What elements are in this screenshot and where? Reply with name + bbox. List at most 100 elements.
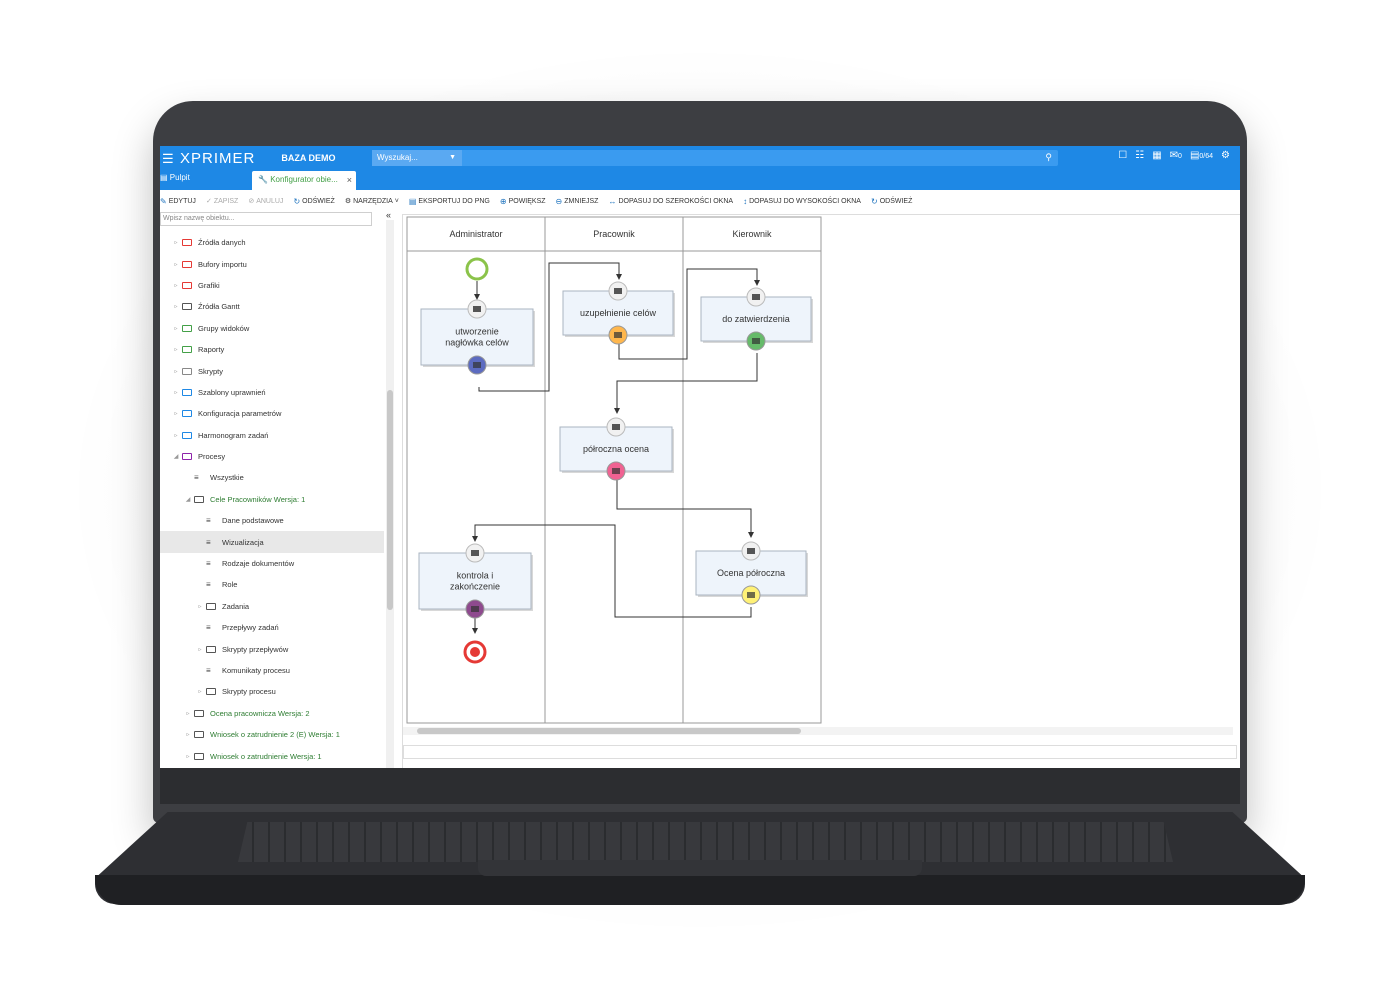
printer-icon-body xyxy=(747,592,755,598)
export-png-button[interactable]: ▤ EKSPORTUJ DO PNG xyxy=(409,197,490,206)
caret-right-icon[interactable]: ▹ xyxy=(184,753,192,760)
tools-button[interactable]: ⚙ NARZĘDZIA ˅ xyxy=(345,197,399,206)
messages-icon[interactable]: ▤0/64 xyxy=(1190,150,1213,161)
caret-right-icon[interactable]: ▹ xyxy=(184,710,192,717)
caret-right-icon[interactable]: ▹ xyxy=(196,688,204,695)
sidebar-scrollbar[interactable] xyxy=(386,220,394,768)
tree-item[interactable]: ▹ Skrypty przepływów xyxy=(160,638,384,659)
caret-right-icon[interactable]: ▹ xyxy=(172,346,180,353)
barcode-icon[interactable]: ☷ xyxy=(1135,150,1144,161)
object-filter-input[interactable]: Wpisz nazwę obiektu... xyxy=(160,212,372,226)
search-icon[interactable]: ⚲ xyxy=(1045,152,1052,163)
refresh-diagram-button[interactable]: ↻ ODŚWIEŻ xyxy=(871,197,912,206)
database-name[interactable]: BAZA DEMO xyxy=(281,153,335,163)
caret-right-icon[interactable]: ▹ xyxy=(172,282,180,289)
tab-home[interactable]: ▤ Pulpit xyxy=(160,173,190,182)
tree-item[interactable]: ▹ Źródła Gantt xyxy=(160,296,384,317)
caret-right-icon[interactable]: ▹ xyxy=(184,731,192,738)
edit-button-label: EDYTUJ xyxy=(168,197,196,205)
sidebar-scroll-thumb[interactable] xyxy=(387,390,393,610)
printer-icon-body xyxy=(471,606,479,612)
zoom-out-button[interactable]: ⊖ ZMNIEJSZ xyxy=(556,197,599,206)
caret-right-icon[interactable]: ▹ xyxy=(172,410,180,417)
caret-down-icon[interactable]: ◢ xyxy=(172,453,180,460)
save-button[interactable]: ✓ ZAPISZ xyxy=(206,197,239,206)
app-logo[interactable]: XPRIMER xyxy=(180,150,255,167)
tab-bar: ▤ Pulpit 🔧 Konfigurator obie... × xyxy=(160,170,1240,190)
image-icon: ▤ xyxy=(408,196,417,206)
edit-button[interactable]: ✎ EDYTUJ xyxy=(160,197,196,206)
search-scope-select[interactable]: Wyszukaj... ▼ xyxy=(372,150,462,166)
task-label: zakończenie xyxy=(450,582,500,592)
tree-item-label: Grafiki xyxy=(198,280,220,290)
tree-item[interactable]: ≡ Rodzaje dokumentów xyxy=(160,553,384,574)
tree-item[interactable]: ▹ Grafiki xyxy=(160,275,384,296)
folder-icon xyxy=(182,260,192,268)
canvas-scroll-thumb[interactable] xyxy=(417,728,801,734)
tree-item[interactable]: ▹ Skrypty xyxy=(160,360,384,381)
cancel-button-label: ANULUJ xyxy=(256,197,284,205)
tree-item[interactable]: ▹ Skrypty procesu xyxy=(160,681,384,702)
tab-configurator[interactable]: 🔧 Konfigurator obie... × xyxy=(252,171,356,190)
list-icon: ≡ xyxy=(206,666,211,675)
tree-item[interactable]: ≡ Przepływy zadań xyxy=(160,617,384,638)
calendar-icon[interactable]: ▦ xyxy=(1152,150,1161,161)
tree-item[interactable]: ≡ Role xyxy=(160,574,384,595)
printer-icon-body xyxy=(752,338,760,344)
chevron-down-icon: ˅ xyxy=(394,197,399,205)
fit-width-button[interactable]: ↔ DOPASUJ DO SZEROKOŚCI OKNA xyxy=(608,197,733,206)
export-png-label: EKSPORTUJ DO PNG xyxy=(418,197,490,205)
zoom-out-label: ZMNIEJSZ xyxy=(564,197,599,205)
zoom-in-button[interactable]: ⊕ POWIĘKSZ xyxy=(500,197,546,206)
caret-right-icon[interactable]: ▹ xyxy=(172,368,180,375)
refresh-button[interactable]: ↻ ODŚWIEŻ xyxy=(293,197,334,206)
window-icon[interactable]: ☐ xyxy=(1118,150,1127,161)
tree-item[interactable]: ◢ Procesy xyxy=(160,446,384,467)
gear-icon[interactable]: ⚙ xyxy=(1221,150,1230,161)
tree-item[interactable]: ≡ Komunikaty procesu xyxy=(160,660,384,681)
caret-right-icon[interactable]: ▹ xyxy=(172,239,180,246)
mail-icon[interactable]: ✉0 xyxy=(1170,150,1182,161)
caret-right-icon[interactable]: ▹ xyxy=(172,389,180,396)
tree-item-label: Bufory importu xyxy=(198,259,247,269)
tree-item[interactable]: ▹ Ocena pracownicza Wersja: 2 xyxy=(160,703,384,724)
tree-item-label: Role xyxy=(222,580,238,590)
tree-item[interactable]: ≡ Wizualizacja xyxy=(160,531,384,553)
tree-item[interactable]: ▹ Zadania xyxy=(160,596,384,617)
tree-item[interactable]: ▹ Konfiguracja parametrów xyxy=(160,403,384,424)
global-search[interactable]: Wyszukaj... ▼ ⚲ xyxy=(372,150,1058,166)
tree-item[interactable]: ▹ Źródła danych xyxy=(160,232,384,253)
tree-item[interactable]: ▹ Bufory importu xyxy=(160,253,384,274)
list-icon: ≡ xyxy=(194,473,199,483)
caret-right-icon[interactable]: ▹ xyxy=(196,646,204,653)
caret-right-icon[interactable]: ▹ xyxy=(172,261,180,268)
tree-item[interactable]: ▹ Wniosek o zatrudnienie 2 (E) Wersja: 1 xyxy=(160,724,384,745)
tree-item[interactable]: ◢ Cele Pracowników Wersja: 1 xyxy=(160,489,384,510)
collapse-panel-icon[interactable]: « xyxy=(386,210,391,220)
tree-item[interactable]: ▹ Wniosek o zatrudnienie Wersja: 1 xyxy=(160,745,384,766)
fit-height-button[interactable]: ↕ DOPASUJ DO WYSOKOŚCI OKNA xyxy=(743,197,861,206)
task-label: do zatwierdzenia xyxy=(722,314,790,324)
cancel-button[interactable]: ⊘ ANULUJ xyxy=(248,197,284,206)
caret-right-icon[interactable]: ▹ xyxy=(172,432,180,439)
tree-item[interactable]: ≡ Wszystkie xyxy=(160,467,384,488)
caret-right-icon[interactable]: ▹ xyxy=(172,303,180,310)
tree-item[interactable]: ▹ Raporty xyxy=(160,339,384,360)
tree-item-label: Wniosek o zatrudnienie Wersja: 1 xyxy=(210,751,322,761)
folder-icon xyxy=(182,239,192,247)
canvas-h-scrollbar[interactable] xyxy=(403,727,1233,735)
diagram-canvas[interactable]: Administrator Pracownik Kierownik utworzeni… xyxy=(402,214,1240,768)
tree-item[interactable]: ▹ Szablony uprawnień xyxy=(160,382,384,403)
caret-down-icon[interactable]: ◢ xyxy=(184,496,192,503)
caret-right-icon[interactable]: ▹ xyxy=(196,603,204,610)
tree-item[interactable]: ≡ Dane podstawowe xyxy=(160,510,384,531)
tree-item[interactable]: ▹ Harmonogram zadań xyxy=(160,425,384,446)
caret-right-icon[interactable]: ▹ xyxy=(172,325,180,332)
save-button-label: ZAPISZ xyxy=(213,197,239,205)
close-icon[interactable]: × xyxy=(347,171,352,189)
hamburger-icon[interactable]: ☰ xyxy=(162,152,174,165)
printer-icon-body xyxy=(612,468,620,474)
laptop-base-edge xyxy=(95,875,1305,905)
folder-icon xyxy=(194,752,204,760)
tree-item[interactable]: ▹ Grupy widoków xyxy=(160,318,384,339)
